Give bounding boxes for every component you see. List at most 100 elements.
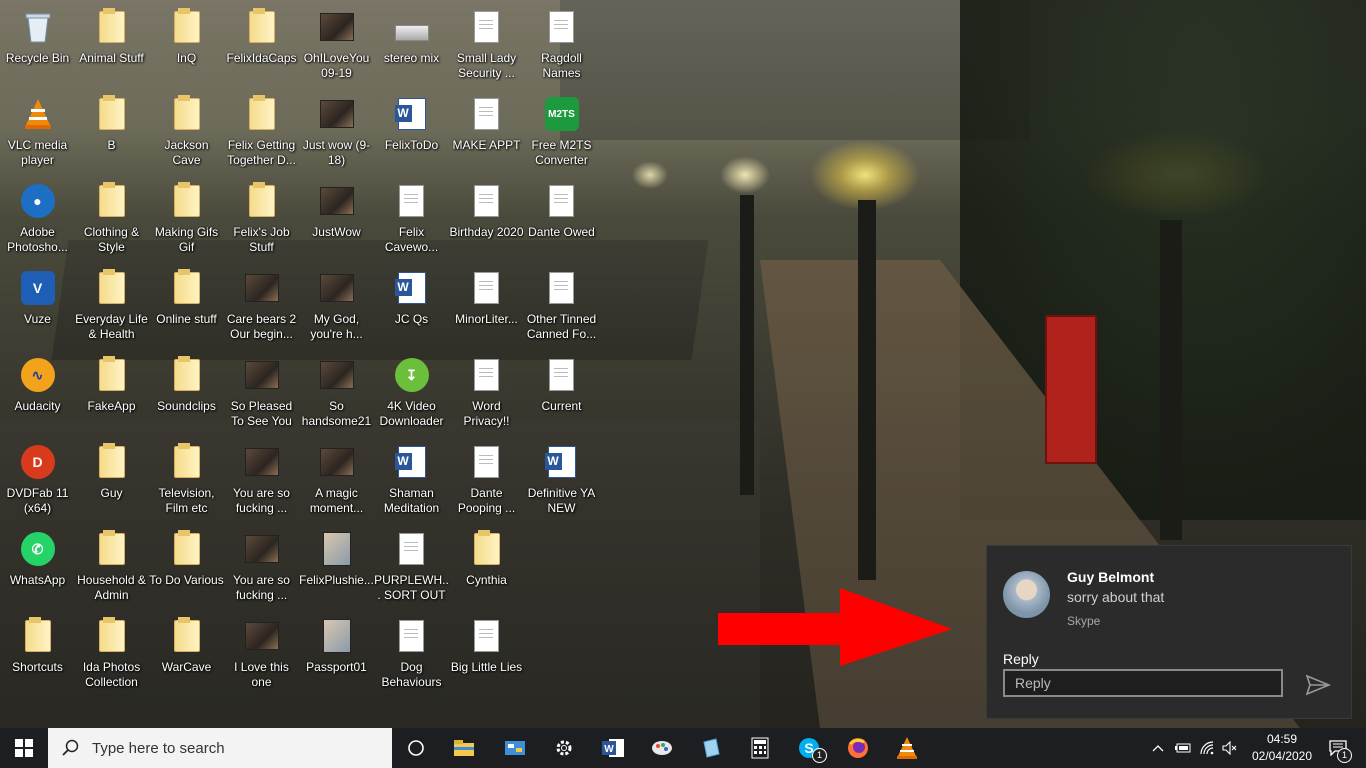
- desktop-icon[interactable]: Care bears 2 Our begin...: [224, 267, 299, 352]
- desktop-icon[interactable]: JustWow: [299, 180, 374, 265]
- desktop-icon[interactable]: MinorLiter...: [449, 267, 524, 352]
- desktop-icon[interactable]: Clothing & Style: [74, 180, 149, 265]
- desktop-icon[interactable]: Cynthia: [449, 528, 524, 613]
- action-center-button[interactable]: 1: [1318, 728, 1358, 768]
- desktop-icon[interactable]: FakeApp: [74, 354, 149, 439]
- desktop-icon[interactable]: V Vuze: [0, 267, 75, 352]
- desktop-icon-label: Everyday Life & Health: [75, 312, 148, 341]
- desktop-icon[interactable]: Guy: [74, 441, 149, 526]
- reply-input[interactable]: [1003, 669, 1283, 697]
- desktop-icon[interactable]: FelixPlushie...: [299, 528, 374, 613]
- desktop-icon[interactable]: InQ: [149, 6, 224, 91]
- taskbar-control-panel-button[interactable]: [491, 728, 539, 768]
- desktop-icon[interactable]: You are so fucking ...: [224, 528, 299, 613]
- desktop-icon[interactable]: PURPLEWH... SORT OUT: [374, 528, 449, 613]
- desktop-icon[interactable]: B: [74, 93, 149, 178]
- taskbar-notepad-button[interactable]: [687, 728, 735, 768]
- taskbar-skype-button[interactable]: S1: [785, 728, 833, 768]
- desktop-icon[interactable]: OhILoveYou 09-19: [299, 6, 374, 91]
- desktop-icon-label: Other Tinned Canned Fo...: [526, 312, 597, 341]
- desktop-icon[interactable]: FelixIdaCaps: [224, 6, 299, 91]
- taskbar-vlc-button[interactable]: [883, 728, 931, 768]
- desktop-icon[interactable]: My God, you're h...: [299, 267, 374, 352]
- desktop-icon[interactable]: Online stuff: [149, 267, 224, 352]
- desktop-icon[interactable]: Felix's Job Stuff: [224, 180, 299, 265]
- image-thumbnail-icon: [320, 617, 354, 655]
- desktop-icon[interactable]: D DVDFab 11 (x64): [0, 441, 75, 526]
- desktop-icon[interactable]: stereo mix: [374, 6, 449, 91]
- desktop-icon[interactable]: Dante Pooping ...: [449, 441, 524, 526]
- desktop-icon-label: Dante Owed: [528, 225, 595, 239]
- desktop-icon[interactable]: So Pleased To See You [pr...: [224, 354, 299, 439]
- desktop-icon-label: Cynthia: [466, 573, 507, 587]
- system-clock[interactable]: 04:59 02/04/2020: [1243, 731, 1321, 765]
- taskbar-file-explorer-button[interactable]: [440, 728, 488, 768]
- skype-notification[interactable]: Guy Belmont sorry about that Skype Reply: [986, 545, 1352, 719]
- desktop-icon[interactable]: Felix Cavewo...: [374, 180, 449, 265]
- word-icon: W: [601, 738, 625, 758]
- desktop-icon[interactable]: Ida Photos Collection: [74, 615, 149, 700]
- desktop-icon[interactable]: Household & Admin: [74, 528, 149, 613]
- desktop-icon[interactable]: Felix Getting Together D...: [224, 93, 299, 178]
- desktop-icon[interactable]: Small Lady Security ...: [449, 6, 524, 91]
- desktop-icon[interactable]: You are so fucking ...: [224, 441, 299, 526]
- desktop-icon[interactable]: To Do Various: [149, 528, 224, 613]
- folder-icon: [95, 443, 129, 481]
- desktop-icon[interactable]: MAKE APPT: [449, 93, 524, 178]
- desktop[interactable]: Recycle Bin Animal Stuff InQ FelixIdaCaps Oh…: [0, 0, 1366, 728]
- taskbar-calculator-button[interactable]: [736, 728, 784, 768]
- desktop-icon[interactable]: Everyday Life & Health: [74, 267, 149, 352]
- desktop-icon[interactable]: Dog Behaviours: [374, 615, 449, 700]
- desktop-icon[interactable]: Soundclips: [149, 354, 224, 439]
- desktop-icon[interactable]: ↧ 4K Video Downloader: [374, 354, 449, 439]
- desktop-icon[interactable]: Just wow (9-18): [299, 93, 374, 178]
- desktop-icon[interactable]: So handsome21: [299, 354, 374, 439]
- clock-date: 02/04/2020: [1251, 749, 1313, 763]
- desktop-icon[interactable]: Word Privacy!!: [449, 354, 524, 439]
- desktop-icon[interactable]: Shaman Meditation: [374, 441, 449, 526]
- desktop-icon[interactable]: WarCave: [149, 615, 224, 700]
- wifi-icon[interactable]: [1196, 728, 1218, 768]
- desktop-icon-label: Care bears 2 Our begin...: [226, 312, 297, 341]
- desktop-icon[interactable]: Definitive YA NEW: [524, 441, 599, 526]
- desktop-icon[interactable]: A magic moment...: [299, 441, 374, 526]
- desktop-icon[interactable]: FelixToDo: [374, 93, 449, 178]
- chevron-up-icon: [1152, 745, 1164, 752]
- start-button[interactable]: [0, 728, 48, 768]
- desktop-icon[interactable]: Birthday 2020: [449, 180, 524, 265]
- desktop-icon[interactable]: JC Qs: [374, 267, 449, 352]
- desktop-icon[interactable]: Jackson Cave: [149, 93, 224, 178]
- desktop-icon[interactable]: Big Little Lies: [449, 615, 524, 700]
- taskbar-paint-button[interactable]: [638, 728, 686, 768]
- taskbar-task-view-button[interactable]: [392, 728, 440, 768]
- desktop-icon[interactable]: Recycle Bin: [0, 6, 75, 91]
- desktop-icon[interactable]: ● Adobe Photosho...: [0, 180, 75, 265]
- battery-icon[interactable]: [1172, 728, 1194, 768]
- volume-muted-icon[interactable]: [1219, 728, 1241, 768]
- calculator-icon: [751, 737, 769, 759]
- desktop-icon[interactable]: ✆ WhatsApp: [0, 528, 75, 613]
- skype-unread-badge: 1: [812, 748, 827, 763]
- desktop-icon-label: OhILoveYou 09-19: [303, 51, 370, 80]
- desktop-icon[interactable]: ∿ Audacity: [0, 354, 75, 439]
- desktop-icon[interactable]: VLC media player: [0, 93, 75, 178]
- desktop-icon[interactable]: Other Tinned Canned Fo...: [524, 267, 599, 352]
- show-hidden-icons-button[interactable]: [1148, 728, 1168, 768]
- taskbar-firefox-button[interactable]: [834, 728, 882, 768]
- desktop-icon[interactable]: I Love this one: [224, 615, 299, 700]
- word-document-icon: [394, 95, 429, 133]
- desktop-icon[interactable]: Dante Owed: [524, 180, 599, 265]
- taskbar-settings-button[interactable]: [540, 728, 588, 768]
- taskbar-word-button[interactable]: W: [589, 728, 637, 768]
- desktop-icon[interactable]: Animal Stuff: [74, 6, 149, 91]
- desktop-icon[interactable]: Making Gifs Gif: [149, 180, 224, 265]
- desktop-icon[interactable]: Shortcuts: [0, 615, 75, 700]
- desktop-icon[interactable]: Ragdoll Names: [524, 6, 599, 91]
- send-icon[interactable]: [1305, 674, 1331, 696]
- desktop-icon[interactable]: Current: [524, 354, 599, 439]
- desktop-icon[interactable]: M2TS Free M2TS Converter: [524, 93, 599, 178]
- desktop-icon[interactable]: Television, Film etc: [149, 441, 224, 526]
- folder-icon: [170, 356, 204, 394]
- desktop-icon[interactable]: Passport01: [299, 615, 374, 700]
- taskbar-search-box[interactable]: Type here to search: [48, 728, 392, 768]
